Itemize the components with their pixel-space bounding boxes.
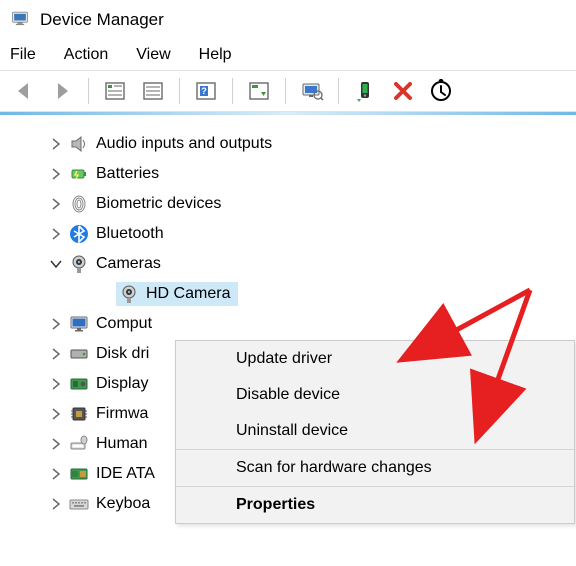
chevron-right-icon[interactable] xyxy=(48,346,64,362)
scan-hardware-button[interactable] xyxy=(241,75,277,107)
tree-label: Comput xyxy=(96,315,152,333)
gpu-icon xyxy=(68,373,90,395)
chevron-down-icon[interactable] xyxy=(48,256,64,272)
tree-node-cameras[interactable]: Cameras xyxy=(0,249,576,279)
camera-icon xyxy=(68,253,90,275)
hid-icon xyxy=(68,433,90,455)
cm-uninstall-device[interactable]: Uninstall device xyxy=(176,413,574,449)
svg-text:?: ? xyxy=(201,86,207,96)
chevron-right-icon[interactable] xyxy=(48,466,64,482)
tree-label: Human xyxy=(96,435,148,453)
cm-scan-hardware[interactable]: Scan for hardware changes xyxy=(176,450,574,486)
chevron-right-icon[interactable] xyxy=(48,436,64,452)
tree-node-audio[interactable]: Audio inputs and outputs xyxy=(0,129,576,159)
disable-button[interactable] xyxy=(423,75,459,107)
speaker-icon xyxy=(68,133,90,155)
cm-update-driver[interactable]: Update driver xyxy=(176,341,574,377)
toolbar: ? xyxy=(0,70,576,112)
chevron-right-icon[interactable] xyxy=(48,226,64,242)
help-button[interactable]: ? xyxy=(188,75,224,107)
keyboard-icon xyxy=(68,493,90,515)
camera-icon xyxy=(118,283,140,305)
menu-view[interactable]: View xyxy=(136,46,170,64)
window-title: Device Manager xyxy=(40,10,164,30)
disk-icon xyxy=(68,343,90,365)
show-hidden-button[interactable] xyxy=(97,75,133,107)
update-driver-button[interactable] xyxy=(347,75,383,107)
spacer xyxy=(96,286,112,302)
tree-label: IDE ATA xyxy=(96,465,155,483)
toolbar-separator xyxy=(338,78,339,104)
toolbar-separator xyxy=(88,78,89,104)
chevron-right-icon[interactable] xyxy=(48,166,64,182)
cm-properties[interactable]: Properties xyxy=(176,487,574,523)
ide-icon xyxy=(68,463,90,485)
toolbar-separator xyxy=(285,78,286,104)
tree-label: Cameras xyxy=(96,255,161,273)
device-manager-icon xyxy=(10,8,30,32)
tree-node-hd-camera[interactable]: HD Camera xyxy=(0,279,576,309)
menu-action[interactable]: Action xyxy=(64,46,108,64)
tree-node-biometric[interactable]: Biometric devices xyxy=(0,189,576,219)
tree-label: Bluetooth xyxy=(96,225,164,243)
back-button[interactable] xyxy=(6,75,42,107)
context-menu: Update driver Disable device Uninstall d… xyxy=(175,340,575,524)
toolbar-separator xyxy=(179,78,180,104)
toolbar-separator xyxy=(232,78,233,104)
tree-label: HD Camera xyxy=(146,285,230,303)
chevron-right-icon[interactable] xyxy=(48,136,64,152)
chevron-right-icon[interactable] xyxy=(48,376,64,392)
monitor-icon xyxy=(68,313,90,335)
menu-bar: File Action View Help xyxy=(0,40,576,70)
monitor-button[interactable] xyxy=(294,75,330,107)
tree-label: Keyboa xyxy=(96,495,150,513)
tree-label: Batteries xyxy=(96,165,159,183)
cm-disable-device[interactable]: Disable device xyxy=(176,377,574,413)
title-bar: Device Manager xyxy=(0,0,576,40)
menu-help[interactable]: Help xyxy=(199,46,232,64)
battery-icon xyxy=(68,163,90,185)
tree-label: Audio inputs and outputs xyxy=(96,135,272,153)
tree-node-bluetooth[interactable]: Bluetooth xyxy=(0,219,576,249)
chip-icon xyxy=(68,403,90,425)
fingerprint-icon xyxy=(68,193,90,215)
uninstall-button[interactable] xyxy=(385,75,421,107)
chevron-right-icon[interactable] xyxy=(48,316,64,332)
bluetooth-icon xyxy=(68,223,90,245)
chevron-right-icon[interactable] xyxy=(48,406,64,422)
tree-label: Disk dri xyxy=(96,345,149,363)
tree-label: Display xyxy=(96,375,148,393)
tree-label: Firmwa xyxy=(96,405,148,423)
chevron-right-icon[interactable] xyxy=(48,496,64,512)
tree-node-batteries[interactable]: Batteries xyxy=(0,159,576,189)
forward-button[interactable] xyxy=(44,75,80,107)
view-button[interactable] xyxy=(135,75,171,107)
menu-file[interactable]: File xyxy=(10,46,36,64)
tree-node-computers[interactable]: Comput xyxy=(0,309,576,339)
chevron-right-icon[interactable] xyxy=(48,196,64,212)
tree-label: Biometric devices xyxy=(96,195,221,213)
